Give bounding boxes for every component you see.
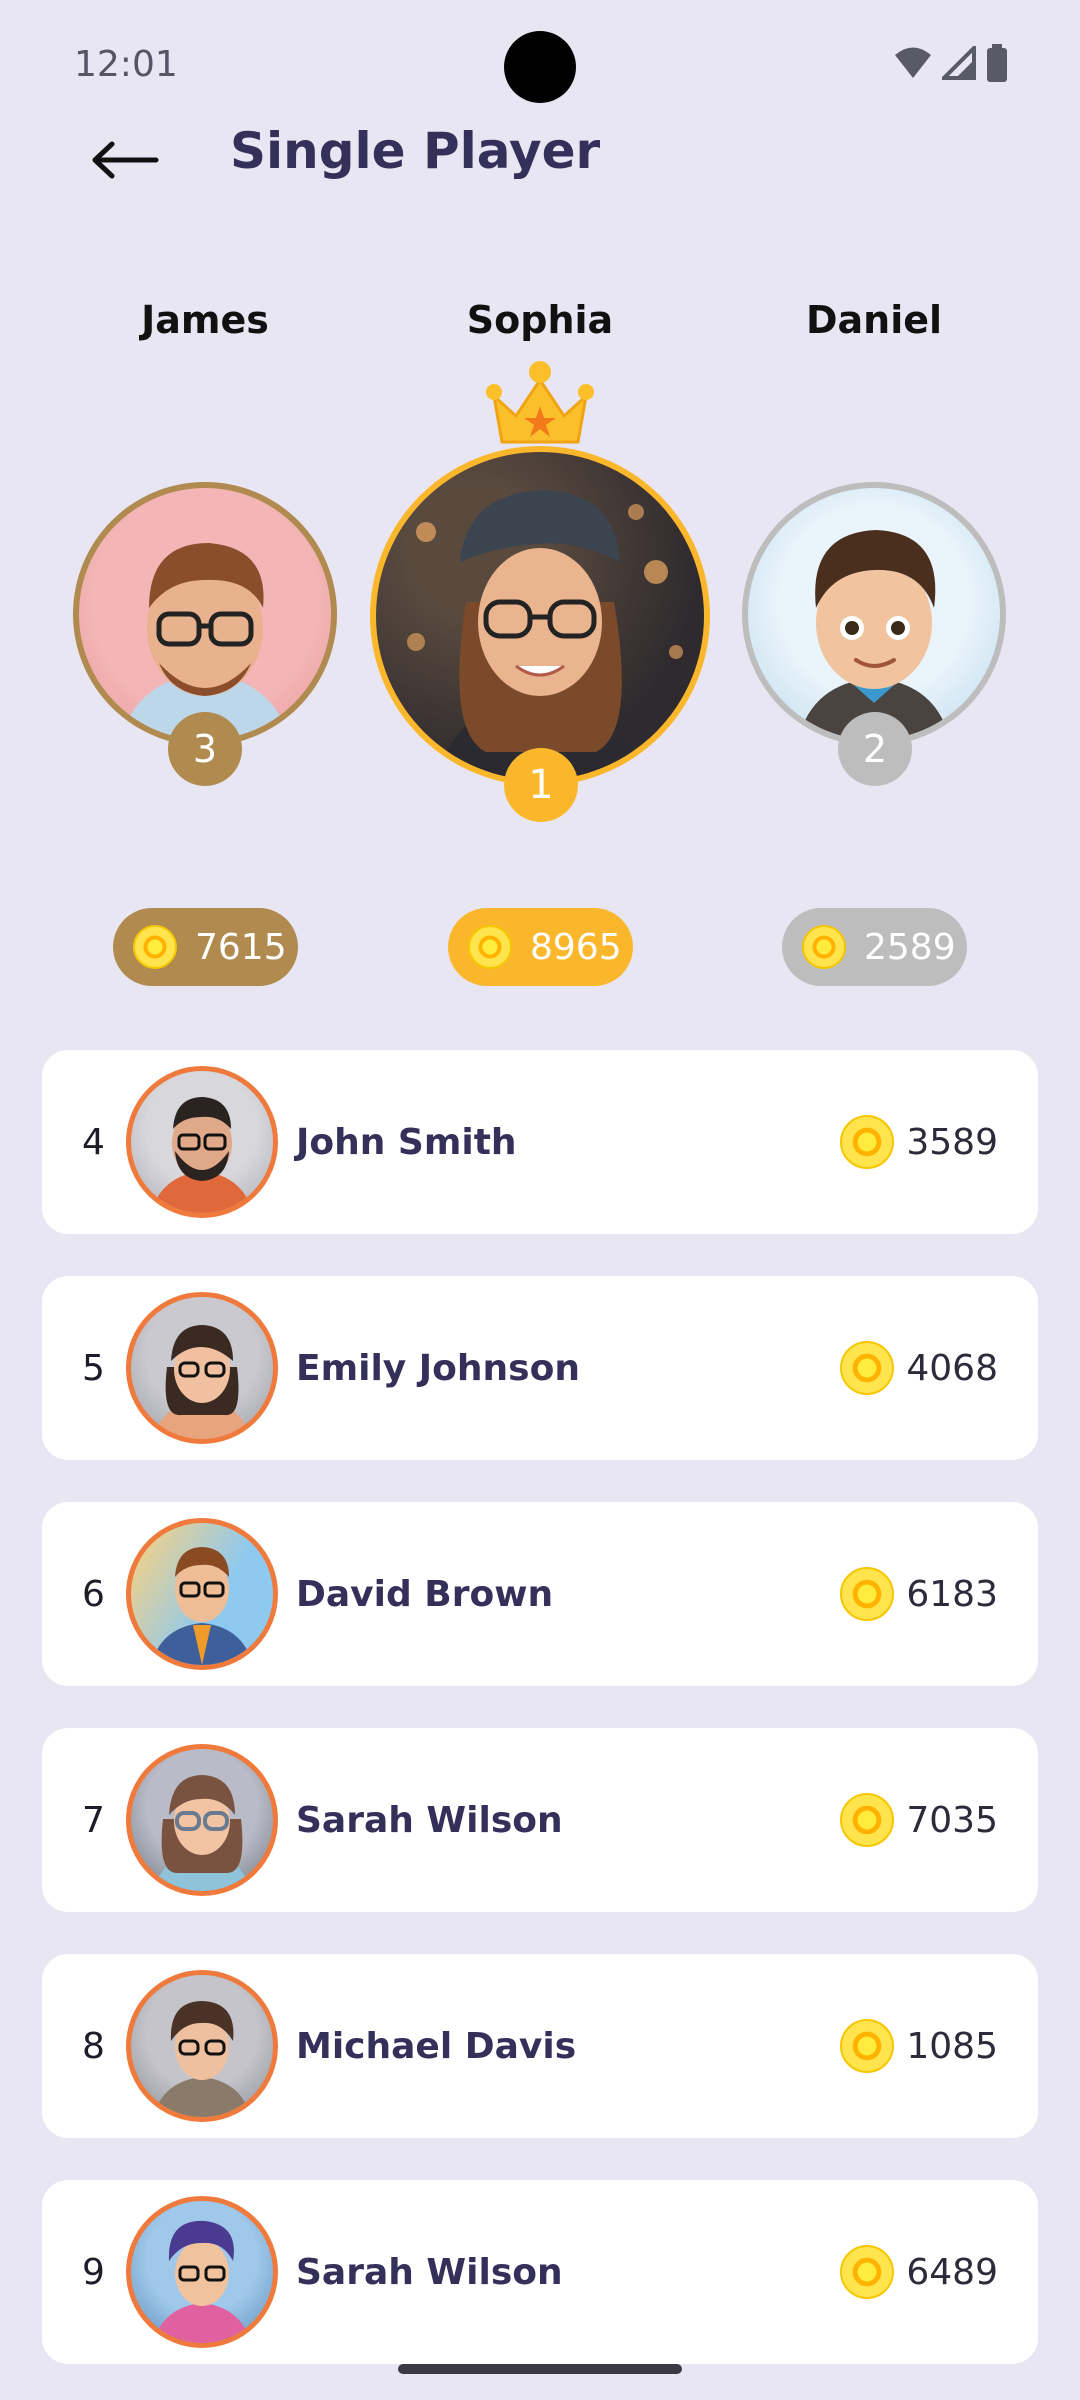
leaderboard-row[interactable]: 6 David Brown 6183 — [42, 1502, 1038, 1686]
avatar-podium-first[interactable] — [370, 446, 710, 786]
score-value: 8965 — [530, 926, 622, 968]
battery-icon — [987, 44, 1007, 82]
row-rank: 9 — [82, 2251, 105, 2293]
score-value: 6183 — [906, 1573, 998, 1615]
rank-badge-third: 3 — [168, 712, 242, 786]
score-pill-second: 2589 — [782, 908, 967, 986]
score-value: 6489 — [906, 2251, 998, 2293]
score-value: 1085 — [906, 2025, 998, 2067]
avatar — [126, 1744, 278, 1896]
row-score: 3589 — [840, 1050, 998, 1234]
row-score: 7035 — [840, 1728, 998, 1912]
score-value: 4068 — [906, 1347, 998, 1389]
score-value: 3589 — [906, 1121, 998, 1163]
signal-icon — [942, 46, 976, 80]
row-name: Emily Johnson — [296, 1347, 580, 1389]
score-pill-third: 7615 — [113, 908, 298, 986]
score-value: 2589 — [864, 926, 956, 968]
rank-badge-second: 2 — [838, 712, 912, 786]
camera-cutout — [504, 31, 576, 103]
crown-icon — [486, 361, 594, 444]
avatar — [126, 1518, 278, 1670]
score-pill-first: 8965 — [448, 908, 633, 986]
avatar — [126, 1292, 278, 1444]
avatar — [126, 2196, 278, 2348]
coin-icon — [840, 1793, 895, 1847]
row-name: Michael Davis — [296, 2025, 577, 2067]
row-rank: 4 — [82, 1121, 105, 1163]
home-indicator[interactable] — [398, 2364, 682, 2374]
leaderboard-row[interactable]: 9 Sarah Wilson 6489 — [42, 2180, 1038, 2364]
rank-badge-first: 1 — [504, 748, 578, 822]
back-button[interactable] — [80, 120, 170, 200]
leaderboard-row[interactable]: 7 Sarah Wilson 7035 — [42, 1728, 1038, 1912]
row-name: David Brown — [296, 1573, 554, 1615]
row-rank: 7 — [82, 1799, 105, 1841]
coin-icon — [802, 925, 846, 969]
row-score: 6183 — [840, 1502, 998, 1686]
coin-icon — [840, 2245, 895, 2299]
row-score: 4068 — [840, 1276, 998, 1460]
row-rank: 5 — [82, 1347, 105, 1389]
row-score: 6489 — [840, 2180, 998, 2364]
avatar-podium-second[interactable] — [742, 482, 1006, 746]
leaderboard-row[interactable]: 5 Emily Johnson 4068 — [42, 1276, 1038, 1460]
row-name: Sarah Wilson — [296, 2251, 563, 2293]
app-bar: Single Player — [0, 110, 1080, 200]
row-rank: 6 — [82, 1573, 105, 1615]
arrow-left-icon — [92, 141, 159, 179]
coin-icon — [840, 1567, 895, 1621]
podium-name-third: James — [141, 298, 269, 342]
coin-icon — [840, 1341, 895, 1395]
person-illustration-james — [119, 543, 291, 740]
avatar-podium-third[interactable] — [73, 482, 337, 746]
person-illustration-sophia — [407, 490, 683, 780]
row-rank: 8 — [82, 2025, 105, 2067]
leaderboard-row[interactable]: 4 John Smith 3589 — [42, 1050, 1038, 1234]
coin-icon — [840, 1115, 895, 1169]
row-name: Sarah Wilson — [296, 1799, 563, 1841]
status-icons — [894, 44, 1008, 82]
row-name: John Smith — [296, 1121, 517, 1163]
score-value: 7035 — [906, 1799, 998, 1841]
wifi-icon — [895, 47, 931, 78]
coin-icon — [468, 925, 512, 969]
avatar — [126, 1970, 278, 2122]
podium-name-second: Daniel — [805, 298, 943, 342]
podium-name-first: Sophia — [466, 298, 614, 342]
coin-icon — [840, 2019, 895, 2073]
leaderboard-row[interactable]: 8 Michael Davis 1085 — [42, 1954, 1038, 2138]
avatar — [126, 1066, 278, 1218]
page-title: Single Player — [230, 122, 601, 180]
person-illustration-daniel — [798, 530, 950, 740]
score-value: 7615 — [195, 926, 287, 968]
coin-icon — [133, 925, 177, 969]
row-score: 1085 — [840, 1954, 998, 2138]
status-time: 12:01 — [74, 44, 178, 85]
